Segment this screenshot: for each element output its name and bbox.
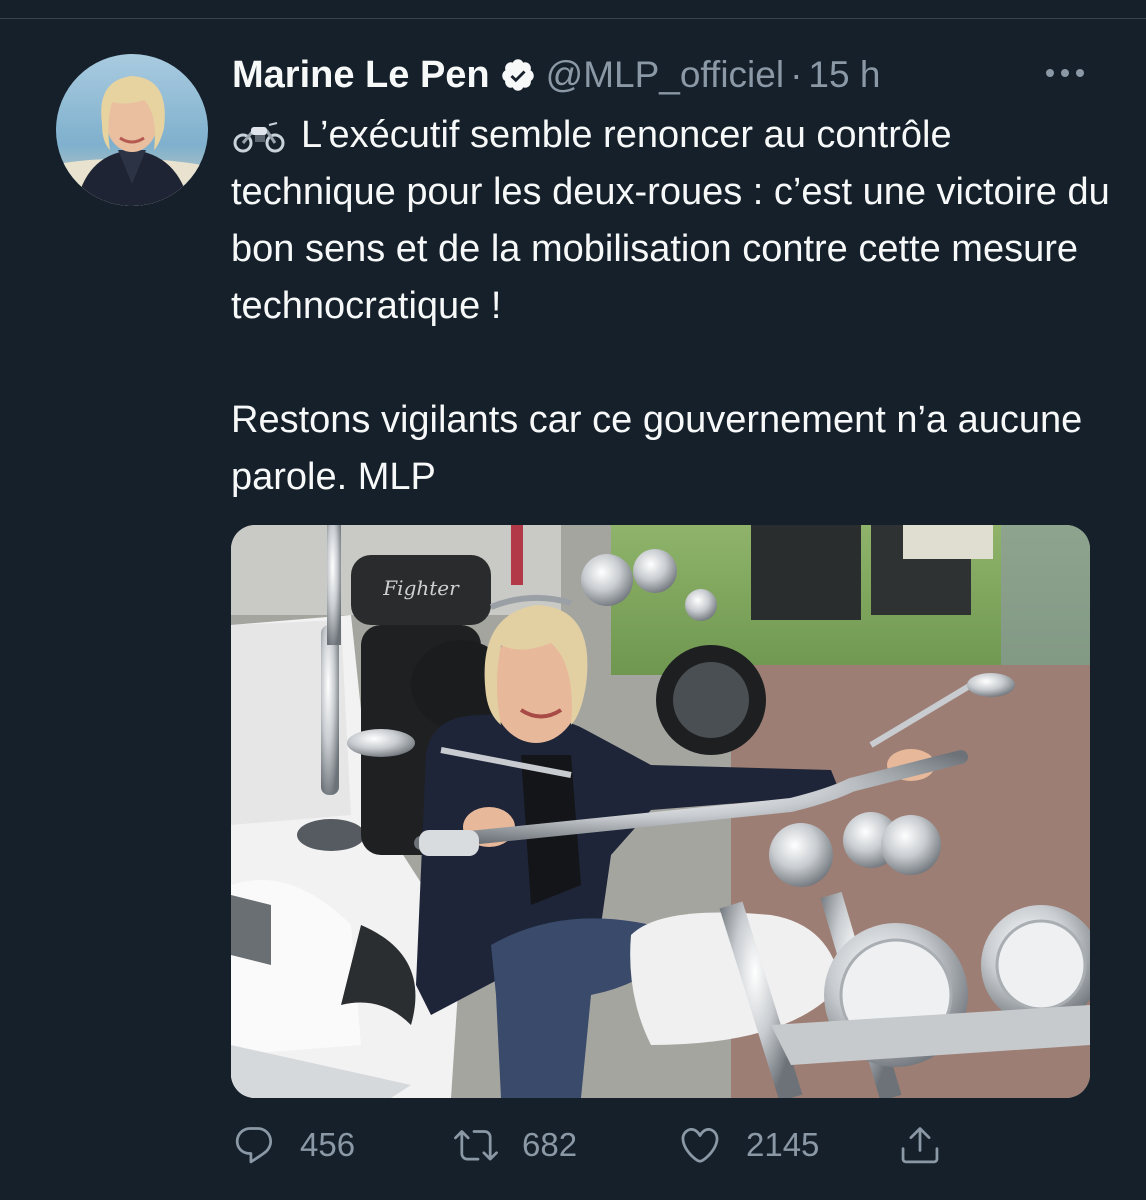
- reply-count: 456: [300, 1126, 356, 1163]
- top-divider: [0, 18, 1146, 19]
- like-button[interactable]: 2145: [678, 1120, 819, 1170]
- share-button[interactable]: [898, 1120, 942, 1170]
- tweet-text: L’exécutif semble renoncer au contrôle t…: [231, 107, 1111, 506]
- like-count: 2145: [746, 1126, 820, 1163]
- retweet-icon: [454, 1130, 498, 1161]
- reply-button[interactable]: 456: [232, 1120, 355, 1170]
- more-options-button[interactable]: [1040, 58, 1090, 88]
- tweet-text-line-1: L’exécutif semble renoncer au contrôle t…: [231, 114, 1110, 327]
- tweet-actions: 456 682 2145: [232, 1120, 962, 1170]
- tweet-header: Marine Le Pen @MLP_officiel · 15 h: [232, 50, 880, 100]
- reply-icon: [235, 1127, 273, 1164]
- trike-photo: Fighter: [231, 525, 1090, 1098]
- verified-badge-icon: [500, 57, 536, 93]
- separator-dot: ·: [790, 54, 803, 95]
- tweet-paragraph-1: L’exécutif semble renoncer au contrôle t…: [231, 107, 1111, 335]
- tweet-text-line-2: Restons vigilants car ce gouvernement n’…: [231, 399, 1083, 498]
- tweet-media-photo[interactable]: Fighter: [231, 525, 1090, 1098]
- motorcycle-emoji-icon: [231, 113, 287, 153]
- timestamp[interactable]: 15 h: [808, 54, 880, 96]
- author-handle[interactable]: @MLP_officiel: [546, 54, 784, 96]
- heart-icon: [681, 1127, 719, 1163]
- share-icon: [901, 1127, 939, 1164]
- seat-badge: Fighter: [382, 576, 460, 600]
- avatar-photo: [56, 54, 208, 206]
- retweet-button[interactable]: 682: [454, 1120, 577, 1170]
- author-name[interactable]: Marine Le Pen: [232, 54, 490, 97]
- avatar[interactable]: [56, 54, 208, 206]
- retweet-count: 682: [522, 1126, 578, 1163]
- more-horizontal-icon: [1046, 69, 1084, 77]
